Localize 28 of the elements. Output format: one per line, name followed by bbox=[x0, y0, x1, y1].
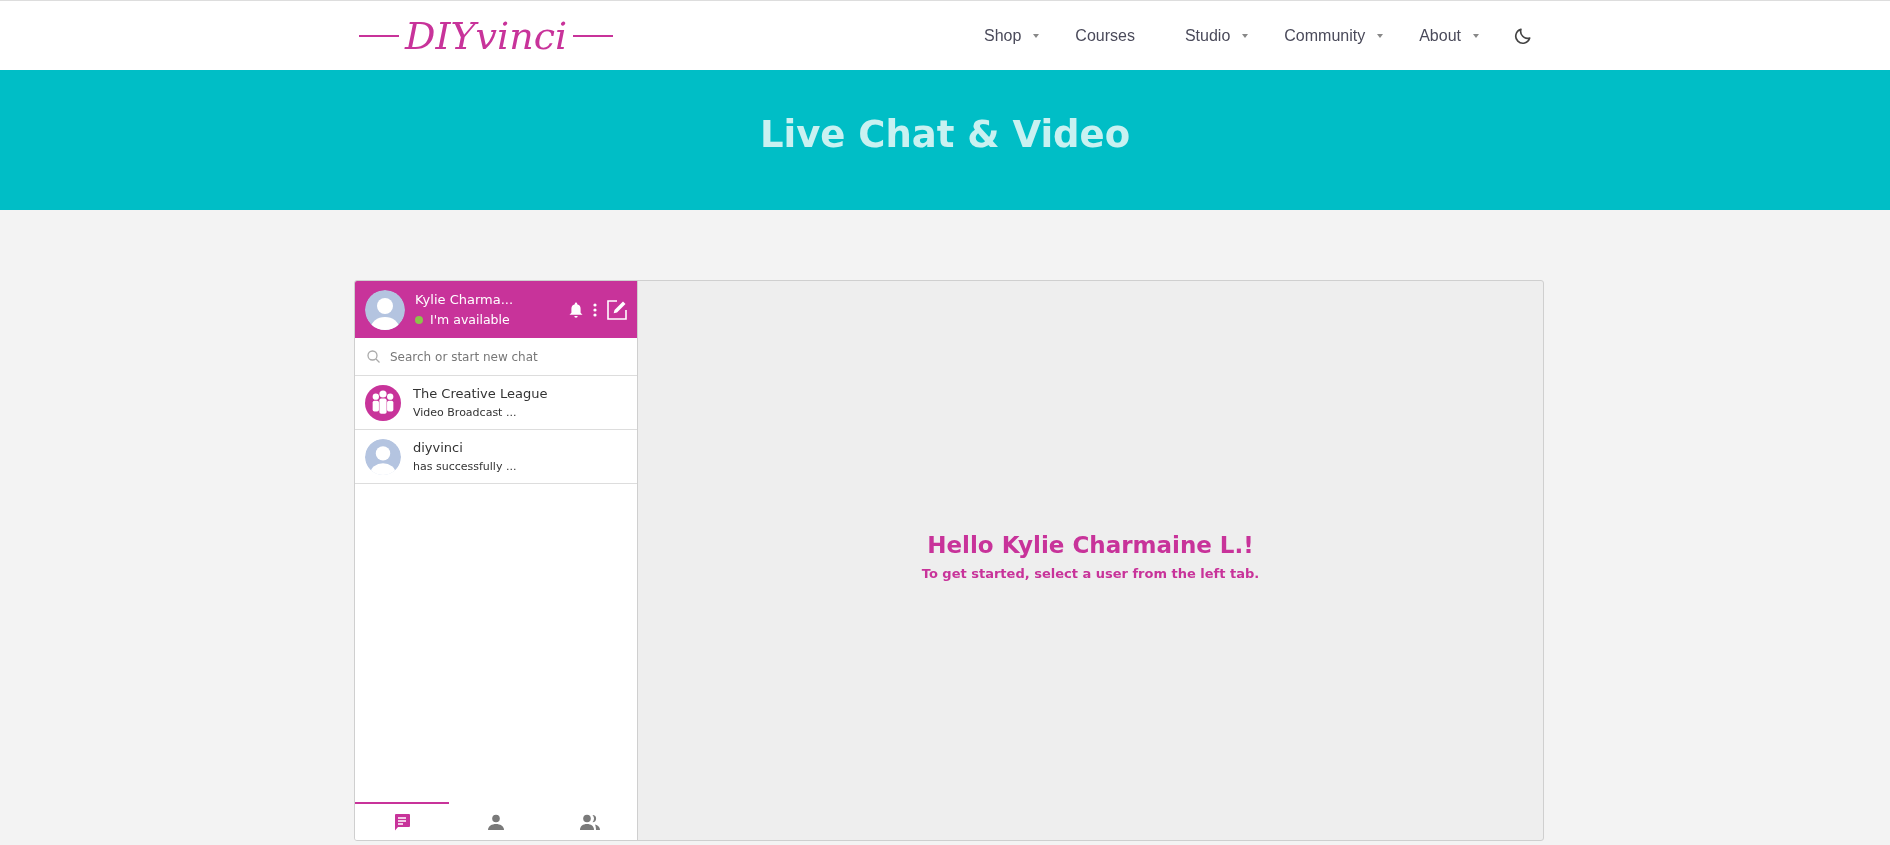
status-text[interactable]: I'm available bbox=[430, 312, 510, 327]
group-avatar-icon bbox=[365, 384, 401, 421]
conversation-name: The Creative League bbox=[413, 386, 548, 401]
nav-link[interactable]: Shop bbox=[947, 26, 1040, 45]
nav-link[interactable]: About bbox=[1383, 26, 1479, 45]
conversation-name: diyvinci bbox=[413, 440, 464, 455]
conversation-item[interactable]: diyvinci has successfully ... bbox=[355, 430, 637, 484]
compose-icon[interactable] bbox=[607, 299, 627, 320]
chat-icon bbox=[393, 813, 411, 831]
message-preview: has successfully ... bbox=[413, 460, 517, 473]
nav-link[interactable]: Studio bbox=[1148, 26, 1249, 45]
user-name: Kylie Charma... bbox=[415, 292, 515, 307]
person-icon bbox=[488, 814, 504, 830]
bell-icon[interactable] bbox=[569, 301, 583, 318]
welcome-subtitle: To get started, select a user from the left tab. bbox=[921, 566, 1260, 581]
more-options-icon[interactable] bbox=[593, 302, 597, 317]
nav-link[interactable]: Community bbox=[1248, 26, 1384, 45]
search-field[interactable]: Search or start new chat bbox=[390, 345, 625, 368]
user-avatar-icon bbox=[365, 438, 401, 475]
page-title: Live Chat & Video bbox=[759, 112, 1131, 158]
nav-link[interactable]: Courses bbox=[1039, 26, 1149, 45]
site-logo[interactable]: DIYvinci bbox=[405, 13, 568, 58]
welcome-heading: Hello Kylie Charmaine L.! bbox=[927, 532, 1254, 558]
message-preview: Video Broadcast ... bbox=[413, 406, 518, 419]
user-avatar-icon bbox=[365, 289, 405, 330]
people-icon bbox=[580, 814, 600, 830]
search-icon bbox=[367, 350, 380, 363]
conversation-item[interactable]: The Creative League Video Broadcast ... bbox=[355, 376, 637, 430]
